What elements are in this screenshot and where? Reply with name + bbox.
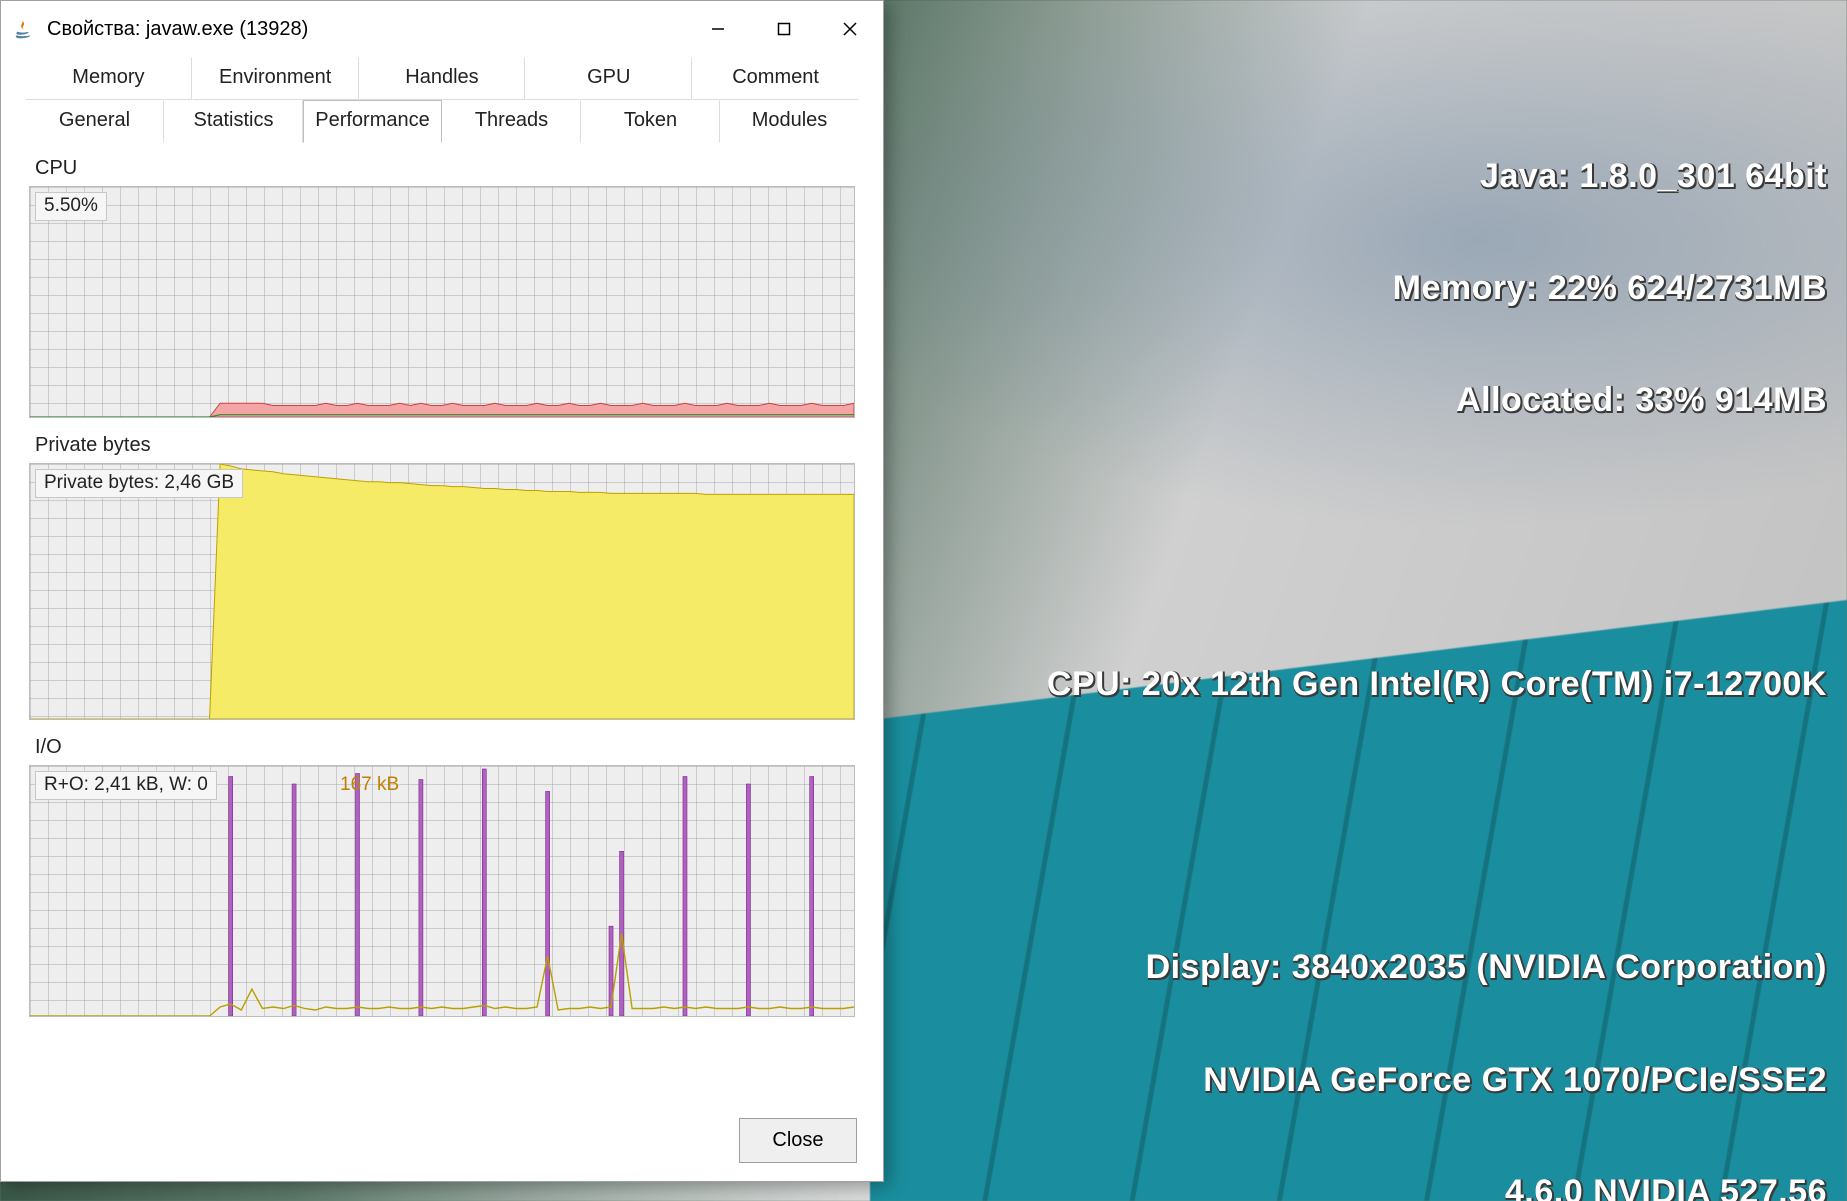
tab-general[interactable]: General (25, 100, 164, 143)
dbg-java: Java: 1.8.0_301 64bit (1047, 158, 1827, 195)
close-button[interactable]: Close (739, 1118, 857, 1163)
window-title: Свойства: javaw.exe (13928) (47, 18, 685, 41)
close-window-button[interactable] (817, 1, 883, 57)
performance-content: CPU 5.50% Private bytes Private bytes: 2… (1, 143, 883, 1104)
mem-section-label: Private bytes (35, 434, 853, 457)
dbg-display: Display: 3840x2035 (NVIDIA Corporation) (1047, 949, 1827, 986)
properties-dialog: Свойства: javaw.exe (13928) Memory Envir… (0, 0, 884, 1182)
cpu-chart[interactable]: 5.50% (29, 186, 855, 418)
tab-modules[interactable]: Modules (720, 100, 859, 143)
io-value-badge: R+O: 2,41 kB, W: 0 (35, 771, 217, 800)
maximize-button[interactable] (751, 1, 817, 57)
titlebar[interactable]: Свойства: javaw.exe (13928) (1, 1, 883, 57)
dialog-footer: Close (1, 1104, 883, 1181)
mem-value-badge: Private bytes: 2,46 GB (35, 469, 243, 498)
game-debug-text: Java: 1.8.0_301 64bit Memory: 22% 624/27… (1047, 8, 1827, 1201)
tab-handles[interactable]: Handles (359, 57, 526, 100)
tab-statistics[interactable]: Statistics (164, 100, 303, 143)
tab-token[interactable]: Token (581, 100, 720, 143)
dbg-gpu: NVIDIA GeForce GTX 1070/PCIe/SSE2 (1047, 1062, 1827, 1099)
io-axis-label: 167 kB (340, 774, 399, 796)
tab-performance[interactable]: Performance (303, 100, 442, 143)
tab-threads[interactable]: Threads (442, 100, 581, 143)
private-bytes-chart[interactable]: Private bytes: 2,46 GB (29, 463, 855, 720)
tab-gpu[interactable]: GPU (525, 57, 692, 100)
cpu-value-badge: 5.50% (35, 192, 107, 221)
dbg-cpu: CPU: 20x 12th Gen Intel(R) Core(TM) i7-1… (1047, 666, 1827, 703)
io-section-label: I/O (35, 736, 853, 759)
dbg-memory: Memory: 22% 624/2731MB (1047, 270, 1827, 307)
dbg-glver: 4.6.0 NVIDIA 527.56 (1047, 1174, 1827, 1201)
dbg-alloc: Allocated: 33% 914MB (1047, 382, 1827, 419)
cpu-section-label: CPU (35, 157, 853, 180)
minimize-button[interactable] (685, 1, 751, 57)
tab-comment[interactable]: Comment (692, 57, 859, 100)
io-chart[interactable]: R+O: 2,41 kB, W: 0 167 kB (29, 765, 855, 1017)
tab-environment[interactable]: Environment (192, 57, 359, 100)
tab-memory[interactable]: Memory (25, 57, 192, 100)
tabs-container: Memory Environment Handles GPU Comment G… (1, 57, 883, 143)
java-icon (13, 18, 35, 40)
